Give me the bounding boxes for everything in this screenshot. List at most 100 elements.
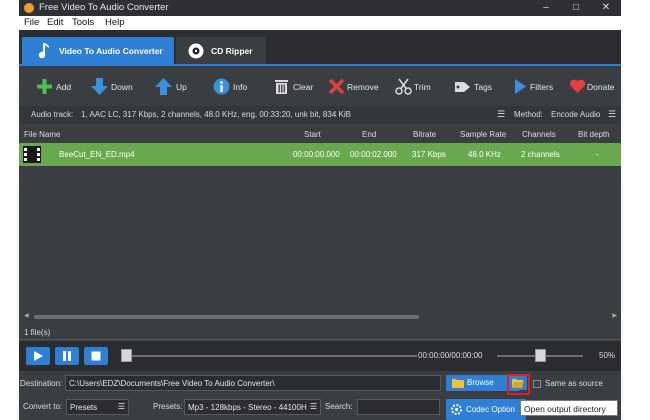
convert-to-value: Presets: [70, 403, 98, 412]
trash-icon: [275, 80, 288, 94]
codec-options-button[interactable]: Codec Option: [446, 399, 526, 420]
pause-button[interactable]: [55, 347, 79, 365]
pause-icon: [63, 351, 71, 361]
search-input[interactable]: [357, 399, 440, 415]
destination-row: Destination: C:\Users\EDZ\Documents\Free…: [19, 372, 621, 394]
add-label: Add: [56, 82, 72, 92]
down-label: Down: [111, 82, 133, 92]
plus-icon: [37, 79, 52, 94]
toolbar: Add Down Up Info Clear Remove Trim Tags: [19, 64, 621, 106]
tooltip: Open output directory: [520, 400, 618, 416]
horizontal-scrollbar[interactable]: ◀ ▶: [24, 312, 619, 320]
up-label: Up: [176, 82, 187, 92]
presets-dropdown-icon: ☰: [309, 402, 317, 411]
folder-icon: [452, 379, 464, 388]
method-dropdown-icon[interactable]: ☰: [608, 109, 616, 120]
seek-track[interactable]: [127, 355, 417, 357]
convert-to-select[interactable]: Presets ☰: [66, 399, 129, 415]
filters-label: Filters: [530, 82, 554, 92]
col-channels[interactable]: Channels: [522, 130, 556, 139]
file-list-header: File Name Start End Bitrate Sample Rate …: [19, 126, 621, 142]
audio-track-bar: Audio track: 1, AAC LC, 317 Kbps, 2 chan…: [19, 106, 621, 124]
cd-icon: [188, 43, 204, 59]
file-bitrate: 317 Kbps: [412, 150, 446, 159]
browse-label: Browse: [467, 378, 494, 387]
scrollbar-thumb[interactable]: [34, 315, 419, 319]
arrow-down-icon: [91, 78, 108, 95]
file-sample-rate: 48.0 KHz: [468, 150, 501, 159]
highlight-box: [507, 374, 530, 395]
tab-strip: Video To Audio Converter CD Ripper: [19, 30, 621, 64]
tab-cd-ripper-label: CD Ripper: [211, 46, 253, 56]
presets-select[interactable]: Mp3 - 128kbps - Stereo - 44100H ☰: [184, 399, 321, 415]
file-start: 00:00:00.000: [293, 150, 340, 159]
menu-bar: File Edit Tools Help: [19, 16, 621, 30]
play-button[interactable]: [26, 347, 50, 365]
destination-label: Destination:: [20, 379, 63, 388]
file-bit-depth: -: [596, 150, 599, 159]
same-as-source-checkbox[interactable]: [533, 380, 541, 388]
same-as-source-label: Same as source: [545, 379, 603, 388]
window-title: Free Video To Audio Converter: [39, 2, 169, 13]
heart-icon: [569, 79, 586, 93]
title-bar: Free Video To Audio Converter – □ ✕: [19, 0, 621, 16]
tags-label: Tags: [474, 82, 492, 92]
method-select[interactable]: Encode Audio: [551, 110, 600, 119]
divider: [19, 339, 621, 340]
col-sample-rate[interactable]: Sample Rate: [460, 130, 506, 139]
file-name: BeeCut_EN_ED.mp4: [59, 150, 135, 159]
time-display: 00:00:00/00:00:00: [418, 351, 483, 360]
col-start[interactable]: Start: [304, 130, 321, 139]
menu-edit[interactable]: Edit: [47, 17, 63, 28]
file-list-area[interactable]: [19, 166, 621, 312]
file-end: 00:00:02.000: [350, 150, 397, 159]
presets-value: Mp3 - 128kbps - Stereo - 44100H: [188, 403, 307, 412]
col-file-name[interactable]: File Name: [24, 130, 60, 139]
tab-cd-ripper[interactable]: CD Ripper: [176, 37, 266, 64]
scroll-left-icon[interactable]: ◀: [24, 312, 29, 319]
info-icon: [213, 78, 230, 95]
app-window: Free Video To Audio Converter – □ ✕ File…: [19, 0, 621, 420]
stop-button[interactable]: [84, 347, 108, 365]
col-bit-depth[interactable]: Bit depth: [578, 130, 610, 139]
video-file-icon: [23, 146, 41, 163]
convert-to-label: Convert to:: [23, 402, 63, 411]
seek-slider-handle[interactable]: [121, 349, 132, 362]
tag-icon: [455, 82, 470, 92]
file-row[interactable]: BeeCut_EN_ED.mp4 00:00:00.000 00:00:02.0…: [19, 143, 621, 166]
file-channels: 2 channels: [521, 150, 560, 159]
trim-label: Trim: [414, 82, 431, 92]
minimize-button[interactable]: –: [531, 0, 561, 16]
volume-percent: 50%: [599, 351, 616, 360]
scroll-right-icon[interactable]: ▶: [612, 312, 617, 319]
audio-track-label: Audio track:: [31, 110, 74, 119]
stop-icon: [91, 351, 101, 361]
files-count: 1 file(s): [24, 328, 51, 337]
method-label: Method:: [514, 110, 543, 119]
donate-label: Donate: [587, 82, 615, 92]
play-icon: [34, 351, 43, 361]
audio-track-dropdown-icon[interactable]: ☰: [497, 109, 505, 120]
maximize-button[interactable]: □: [561, 0, 591, 16]
menu-file[interactable]: File: [24, 17, 39, 28]
convert-to-dropdown-icon: ☰: [117, 402, 125, 411]
filter-icon: [515, 79, 526, 94]
menu-help[interactable]: Help: [105, 17, 125, 28]
arrow-up-icon: [155, 78, 172, 95]
info-label: Info: [233, 82, 248, 92]
menu-tools[interactable]: Tools: [72, 17, 94, 28]
volume-slider-handle[interactable]: [535, 349, 546, 362]
col-end[interactable]: End: [362, 130, 376, 139]
audio-track-select[interactable]: 1, AAC LC, 317 Kbps, 2 channels, 48.0 KH…: [81, 110, 351, 119]
remove-label: Remove: [347, 82, 379, 92]
remove-x-icon: [328, 78, 345, 95]
clear-label: Clear: [293, 82, 314, 92]
col-bitrate[interactable]: Bitrate: [413, 130, 436, 139]
destination-path-input[interactable]: C:\Users\EDZ\Documents\Free Video To Aud…: [65, 375, 441, 391]
close-button[interactable]: ✕: [591, 0, 621, 16]
scissors-icon: [395, 78, 412, 95]
codec-options-label: Codec Option: [466, 405, 515, 414]
music-note-icon: [38, 43, 49, 59]
player-bar: 00:00:00/00:00:00 50%: [19, 341, 621, 371]
tab-video-to-audio[interactable]: Video To Audio Converter: [22, 37, 174, 64]
